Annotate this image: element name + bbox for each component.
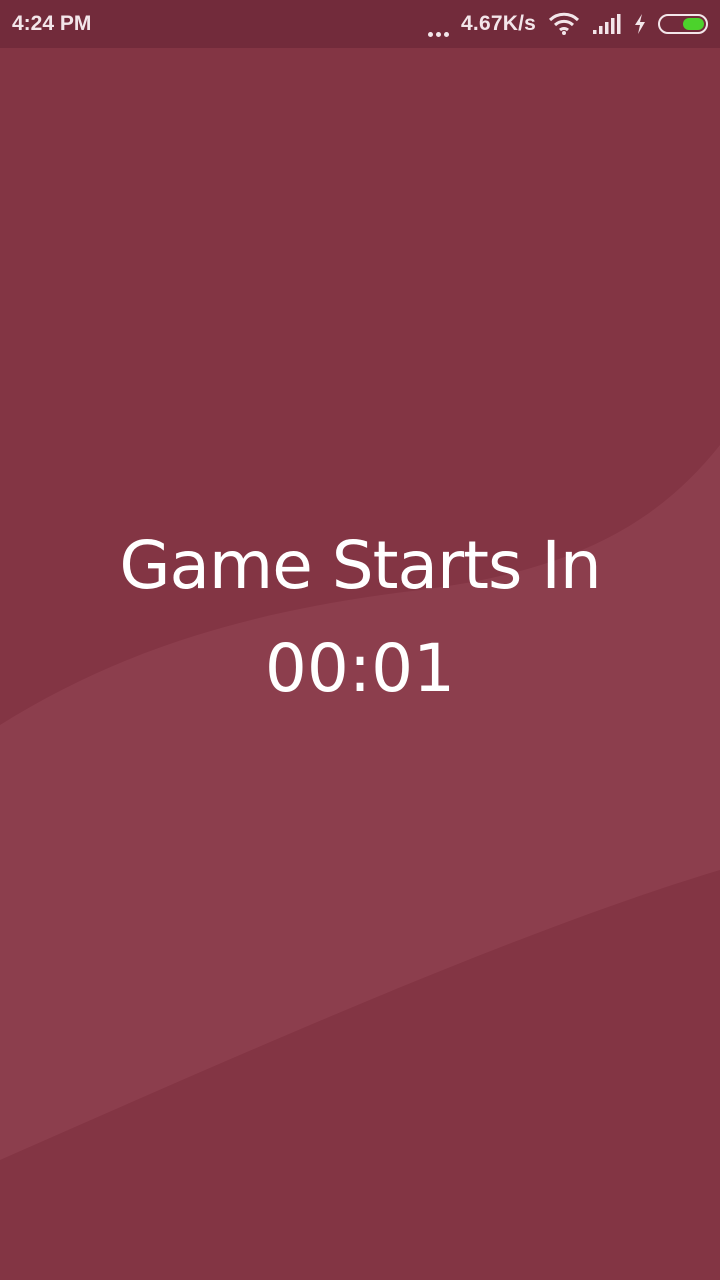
status-bar: 4:24 PM 4.67K/s <box>0 0 720 48</box>
network-speed: 4.67K/s <box>461 12 536 35</box>
more-dots-icon <box>428 11 450 37</box>
status-time: 4:24 PM <box>12 12 92 35</box>
battery-icon <box>658 14 708 34</box>
status-icons: 4.67K/s <box>428 11 708 37</box>
wifi-icon <box>548 12 580 36</box>
countdown-timer: 00:01 <box>264 630 456 707</box>
battery-level <box>683 18 704 30</box>
game-countdown-screen: 4:24 PM 4.67K/s Game Starts In 00:01 <box>0 0 720 1280</box>
countdown-block: Game Starts In 00:01 <box>0 518 720 724</box>
charging-icon <box>634 14 646 34</box>
signal-icon <box>592 13 622 35</box>
countdown-title: Game Starts In <box>119 527 601 604</box>
